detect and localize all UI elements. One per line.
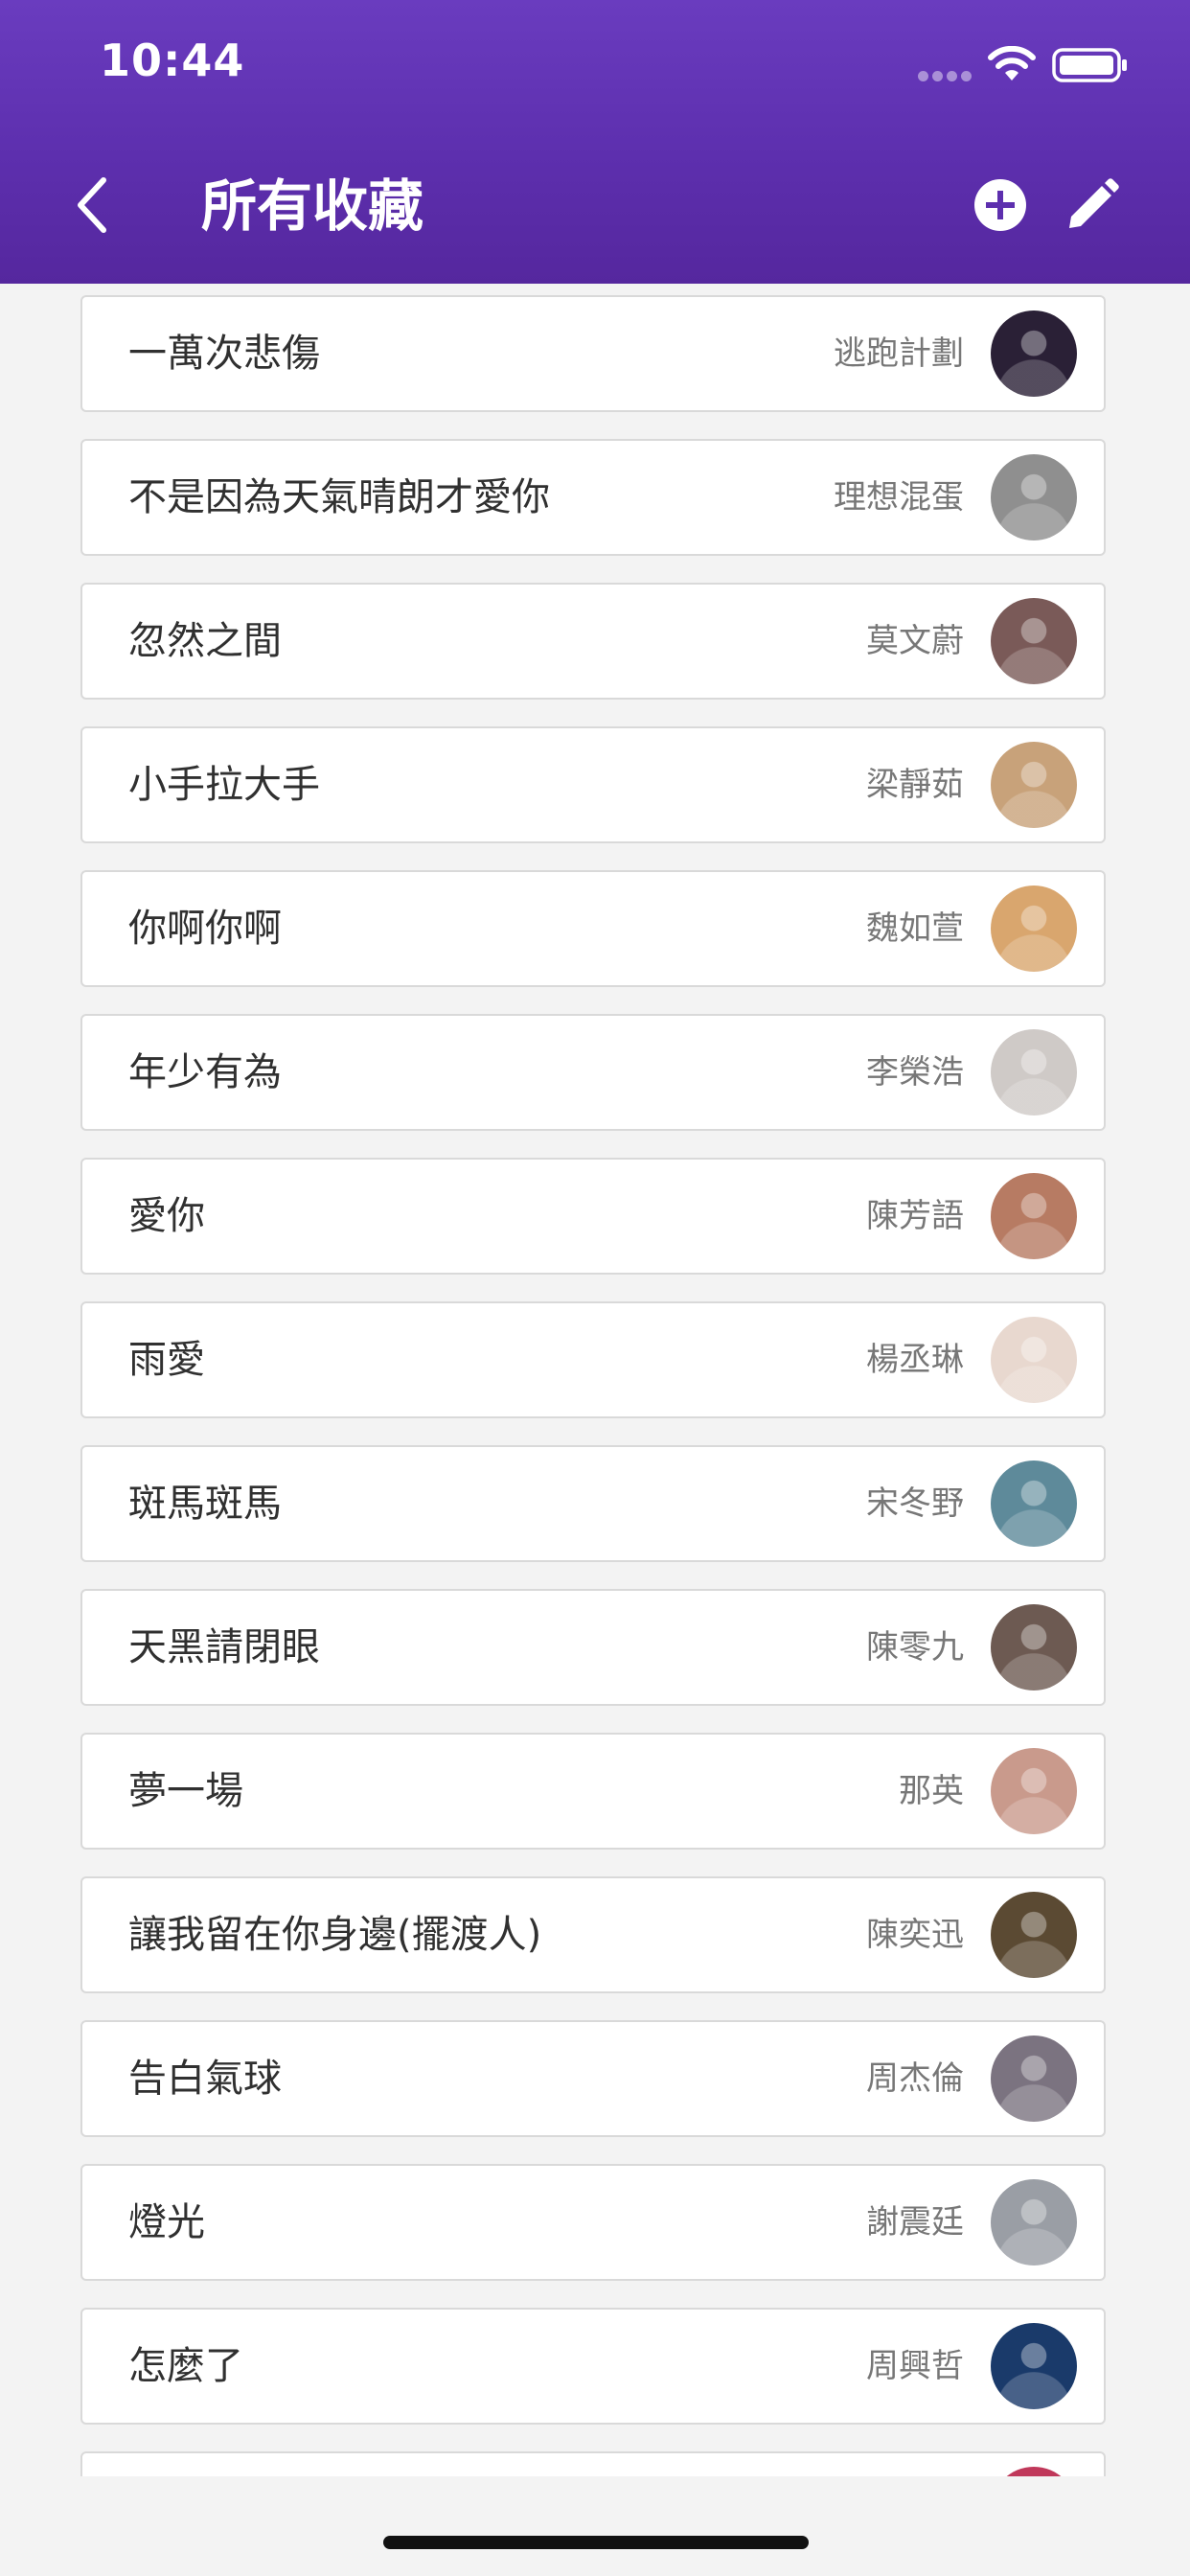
song-title: 告白氣球 (128, 2057, 282, 2101)
artist-name: 梁靜茹 (866, 766, 964, 804)
song-title: 讓我留在你身邊(擺渡人) (128, 1913, 542, 1957)
favorite-row[interactable]: 不是因為天氣晴朗才愛你 理想混蛋 (80, 439, 1106, 556)
favorite-row[interactable]: 年少有為 李榮浩 (80, 1014, 1106, 1131)
song-title: 忽然之間 (128, 619, 282, 663)
artist-name: 周杰倫 (866, 2059, 964, 2098)
artist-name: 楊丞琳 (866, 1341, 964, 1379)
back-button[interactable] (61, 172, 123, 238)
cellular-signal-icon (918, 71, 973, 82)
favorite-row[interactable]: 告白氣球 周杰倫 (80, 2020, 1106, 2137)
favorites-list[interactable]: 一萬次悲傷 逃跑計劃不是因為天氣晴朗才愛你 理想混蛋忽然之間 莫文蔚小手拉大手 梁靜茹你… (0, 284, 1190, 2476)
artist-name: 魏如萱 (866, 909, 964, 948)
song-title: 愛你 (128, 1194, 205, 1238)
header-bar: 10:44 所有收藏 (0, 0, 1190, 284)
artist-avatar (991, 2179, 1077, 2266)
artist-avatar (991, 2036, 1077, 2122)
artist-name: 莫文蔚 (866, 622, 964, 660)
artist-name: 理想混蛋 (834, 478, 964, 517)
edit-button[interactable] (1064, 178, 1119, 234)
add-button[interactable] (973, 178, 1027, 232)
page-title: 所有收藏 (201, 173, 424, 239)
song-title: 燈光 (128, 2200, 205, 2244)
home-indicator (383, 2536, 809, 2549)
song-title: 怎麼了 (128, 2344, 243, 2388)
song-title: 斑馬斑馬 (128, 1482, 282, 1526)
artist-avatar (991, 454, 1077, 540)
song-title: 雨愛 (128, 1338, 205, 1382)
artist-name: 那英 (899, 1772, 964, 1810)
artist-name: 陳奕迅 (866, 1916, 964, 1954)
artist-avatar (991, 598, 1077, 684)
favorite-row[interactable]: 斑馬斑馬 宋冬野 (80, 1445, 1106, 1562)
artist-name: 周興哲 (866, 2347, 964, 2385)
artist-name: 陳芳語 (866, 1197, 964, 1235)
chevron-left-icon (78, 177, 106, 233)
song-title: 一萬次悲傷 (128, 332, 320, 376)
artist-name: 宋冬野 (866, 1484, 964, 1523)
artist-avatar (991, 1892, 1077, 1978)
artist-avatar (991, 1029, 1077, 1116)
favorite-row[interactable]: 夢一場 那英 (80, 1733, 1106, 1850)
favorite-row[interactable]: 愛你 陳芳語 (80, 1158, 1106, 1275)
song-title: 小手拉大手 (128, 763, 320, 807)
wifi-icon (988, 46, 1036, 80)
favorite-row[interactable]: 你啊你啊 魏如萱 (80, 870, 1106, 987)
favorite-row[interactable] (80, 2451, 1106, 2476)
artist-avatar (991, 886, 1077, 972)
artist-avatar (991, 310, 1077, 397)
song-title: 你啊你啊 (128, 907, 282, 951)
song-title: 夢一場 (128, 1769, 243, 1813)
song-title: 年少有為 (128, 1050, 282, 1094)
favorite-row[interactable]: 雨愛 楊丞琳 (80, 1301, 1106, 1418)
status-time: 10:44 (100, 34, 245, 86)
artist-name: 謝震廷 (866, 2203, 964, 2242)
artist-name: 李榮浩 (866, 1053, 964, 1092)
artist-avatar (991, 1604, 1077, 1690)
favorite-row[interactable]: 忽然之間 莫文蔚 (80, 583, 1106, 700)
artist-name: 逃跑計劃 (834, 334, 964, 373)
battery-icon (1052, 48, 1127, 82)
favorite-row[interactable]: 小手拉大手 梁靜茹 (80, 726, 1106, 843)
song-title: 天黑請閉眼 (128, 1625, 320, 1669)
artist-avatar (991, 1317, 1077, 1403)
artist-avatar (991, 1748, 1077, 1834)
artist-avatar (991, 2323, 1077, 2409)
favorite-row[interactable]: 怎麼了 周興哲 (80, 2308, 1106, 2425)
favorite-row[interactable]: 燈光 謝震廷 (80, 2164, 1106, 2281)
artist-avatar (991, 2467, 1077, 2476)
artist-avatar (991, 1460, 1077, 1547)
favorite-row[interactable]: 一萬次悲傷 逃跑計劃 (80, 295, 1106, 412)
artist-avatar (991, 1173, 1077, 1259)
favorite-row[interactable]: 天黑請閉眼 陳零九 (80, 1589, 1106, 1706)
favorite-row[interactable]: 讓我留在你身邊(擺渡人) 陳奕迅 (80, 1876, 1106, 1993)
artist-avatar (991, 742, 1077, 828)
song-title: 不是因為天氣晴朗才愛你 (128, 475, 550, 519)
artist-name: 陳零九 (866, 1628, 964, 1667)
